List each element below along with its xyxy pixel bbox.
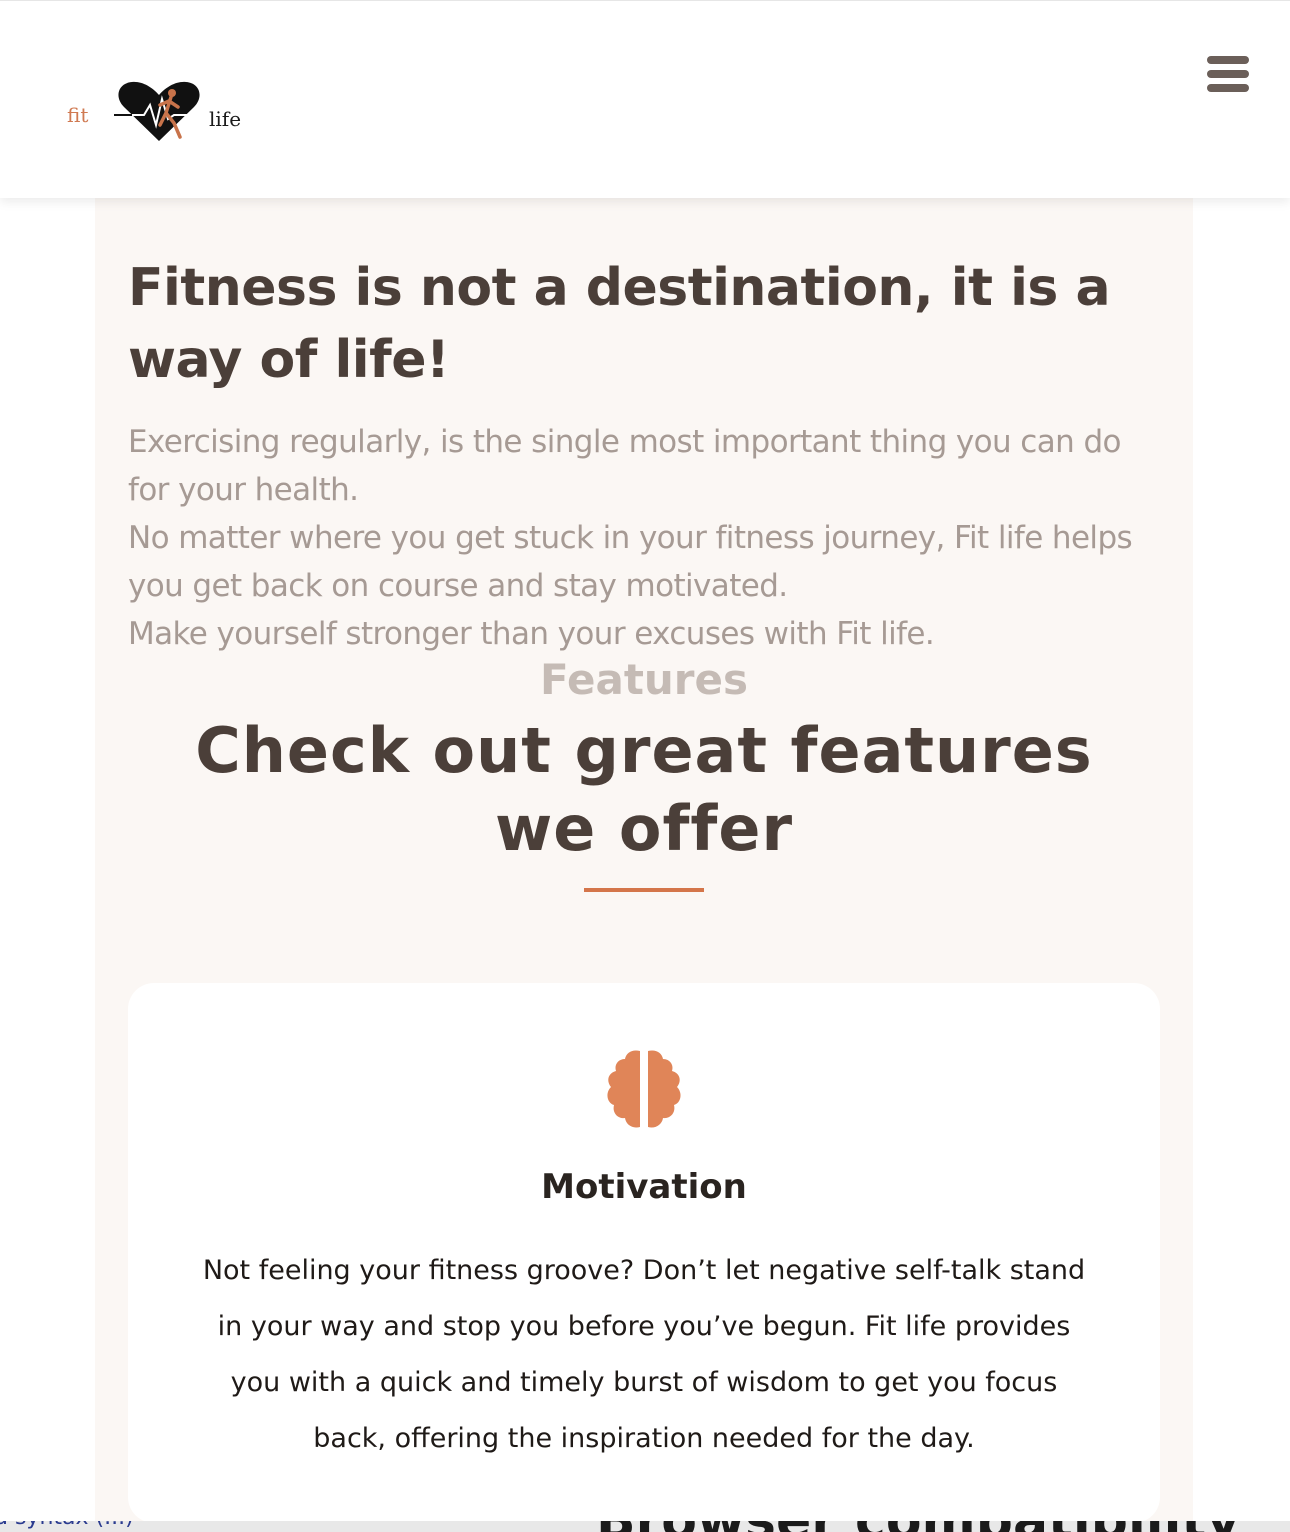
- logo-life-text: life: [209, 107, 242, 131]
- card-description: Not feeling your fitness groove? Don’t l…: [202, 1255, 1086, 1454]
- site-header: fit life: [0, 0, 1290, 198]
- hero-paragraph: Make yourself stronger than your excuses…: [128, 616, 935, 652]
- hero-paragraph: No matter where you get stuck in your fi…: [128, 520, 1133, 604]
- features-title: Check out great features we offer: [195, 714, 1093, 865]
- hero-description: Exercising regularly, is the single most…: [128, 418, 1168, 658]
- hero-paragraph: Exercising regularly, is the single most…: [128, 424, 1122, 508]
- title-underline: [584, 888, 704, 892]
- menu-bar: [1207, 70, 1249, 78]
- heart-runner-logo-icon: [114, 81, 204, 141]
- underlying-page-overlay: d syntax (...) Browser compatibility: [0, 1521, 1290, 1532]
- hero-title: Fitness is not a destination, it is a wa…: [128, 258, 1111, 390]
- hamburger-menu-icon[interactable]: [1205, 54, 1251, 94]
- overlay-heading: Browser compatibility: [596, 1521, 1240, 1532]
- menu-bar: [1207, 56, 1249, 64]
- brain-icon: [607, 1050, 681, 1128]
- fit-life-logo[interactable]: fit life: [62, 77, 262, 147]
- menu-bar: [1207, 84, 1249, 92]
- features-label: Features: [540, 655, 748, 704]
- logo-fit-text: fit: [67, 103, 89, 127]
- card-title: Motivation: [541, 1167, 747, 1207]
- overlay-link[interactable]: d syntax (...): [0, 1521, 134, 1530]
- feature-card-motivation: Motivation Not feeling your fitness groo…: [128, 983, 1160, 1523]
